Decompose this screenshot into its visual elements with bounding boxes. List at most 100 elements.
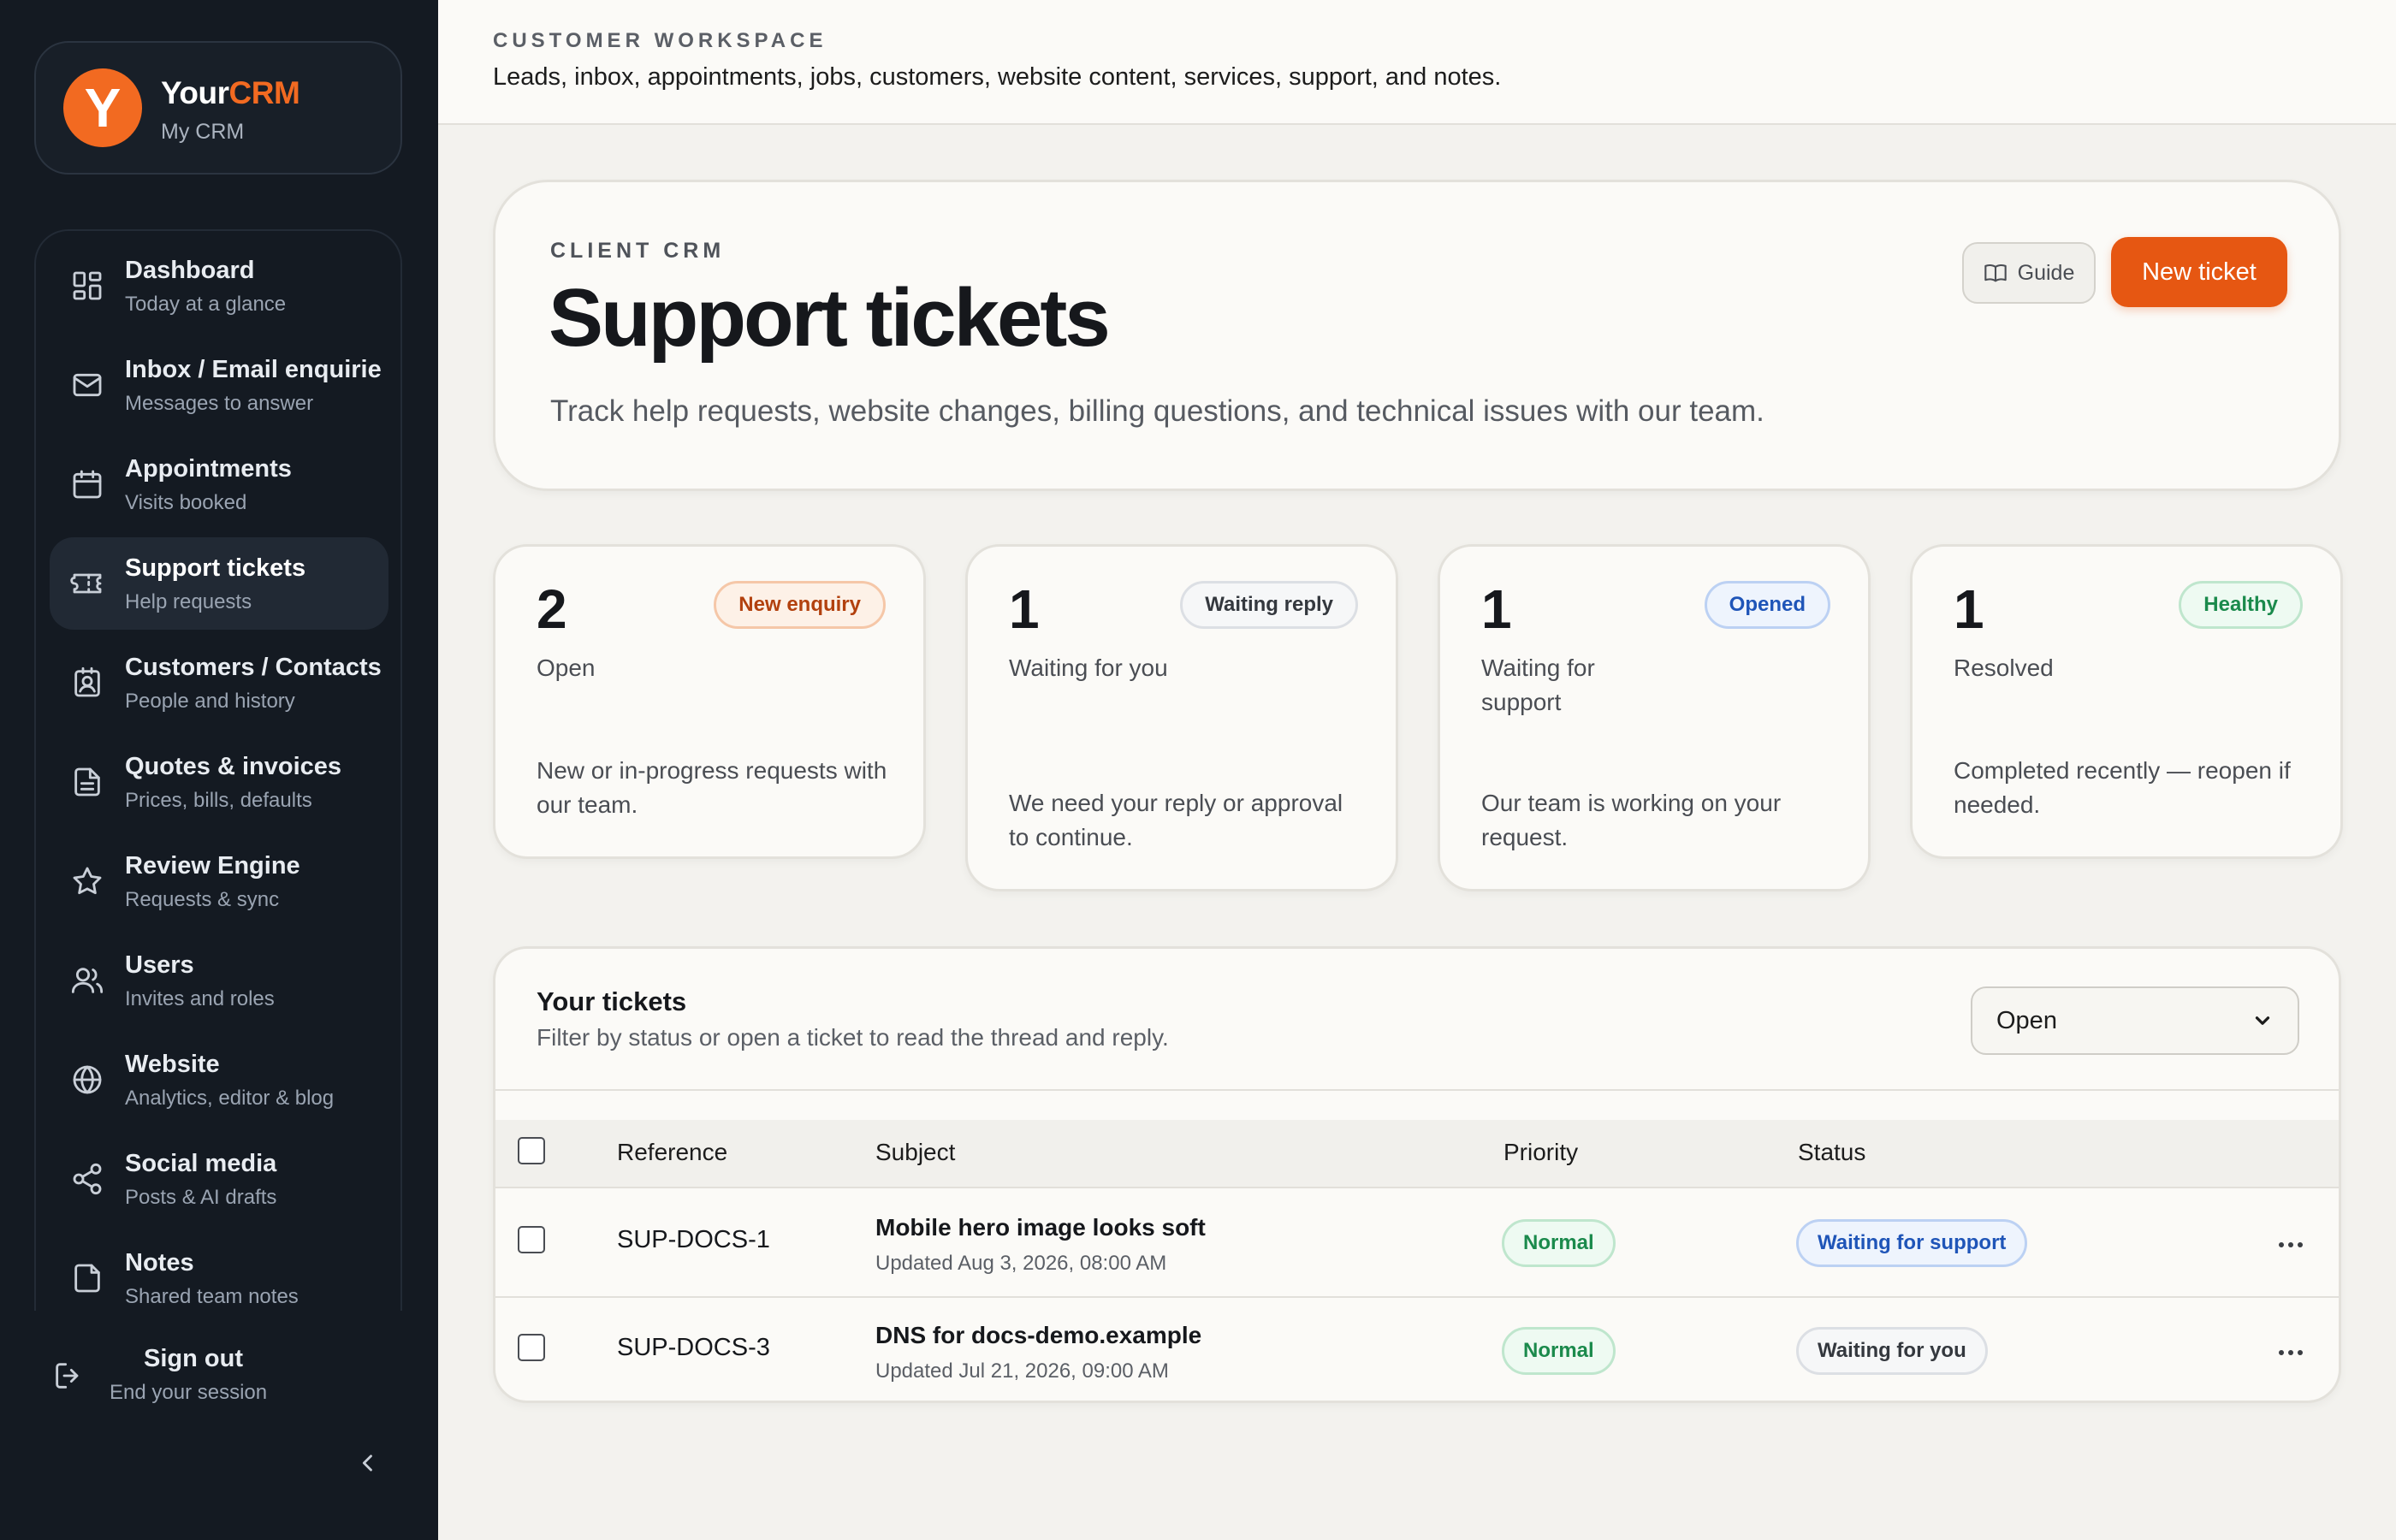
column-status[interactable]: Status bbox=[1798, 1139, 1865, 1166]
sidebar-item-sub: Today at a glance bbox=[125, 293, 287, 316]
stat-description: We need your reply or approval to contin… bbox=[1009, 790, 1343, 850]
sidebar-item-support-tickets[interactable]: Support tickets Help requests bbox=[50, 537, 388, 630]
sidebar-item-sub: Posts & AI drafts bbox=[125, 1186, 277, 1209]
sidebar-item-sub: Analytics, editor & blog bbox=[125, 1087, 335, 1110]
brand-card[interactable]: Y YourCRM My CRM bbox=[34, 41, 402, 175]
more-actions-icon[interactable] bbox=[2275, 1229, 2306, 1260]
stat-count: 1 bbox=[1954, 578, 1984, 640]
stat-description: Our team is working on your request. bbox=[1481, 790, 1782, 850]
sidebar-item-users[interactable]: Users Invites and roles bbox=[50, 934, 388, 1027]
sidebar-item-notes[interactable]: Notes Shared team notes bbox=[50, 1232, 388, 1311]
sidebar-item-customers[interactable]: Customers / Contacts People and history bbox=[50, 637, 388, 729]
status-badge: Waiting for you bbox=[1796, 1327, 1988, 1375]
collapse-sidebar-button[interactable] bbox=[353, 1448, 383, 1478]
document-icon bbox=[68, 763, 106, 801]
globe-icon bbox=[68, 1061, 106, 1099]
stat-card-waiting-for-support[interactable]: 1 Opened Waiting for support Our team is… bbox=[1438, 544, 1871, 891]
panel-title: Your tickets bbox=[537, 986, 687, 1016]
sidebar-item-label: Customers / Contacts bbox=[125, 654, 382, 681]
page-description: Track help requests, website changes, bi… bbox=[550, 394, 1764, 428]
status-badge: New enquiry bbox=[714, 581, 886, 629]
column-reference[interactable]: Reference bbox=[617, 1139, 727, 1166]
hero-card: CLIENT CRM Support tickets Track help re… bbox=[493, 180, 2341, 491]
dashboard-icon bbox=[68, 267, 106, 305]
brand-name-part1: Your bbox=[161, 75, 229, 110]
panel-description: Filter by status or open a ticket to rea… bbox=[537, 1024, 1169, 1051]
brand-name-part2: CRM bbox=[228, 75, 300, 110]
sidebar-item-sub: Messages to answer bbox=[125, 392, 314, 415]
stat-card-resolved[interactable]: 1 Healthy Resolved Completed recently — … bbox=[1910, 544, 2343, 859]
more-actions-icon[interactable] bbox=[2275, 1337, 2306, 1368]
ticket-icon bbox=[68, 565, 106, 602]
stat-description: New or in-progress requests with our tea… bbox=[537, 757, 887, 818]
table-row[interactable]: SUP-DOCS-1 Mobile hero image looks soft … bbox=[495, 1190, 2339, 1298]
sidebar-item-sub: Requests & sync bbox=[125, 888, 280, 911]
hero-eyebrow: CLIENT CRM bbox=[550, 239, 726, 263]
sidebar-item-sub: Visits booked bbox=[125, 491, 247, 514]
brand-logo: Y bbox=[63, 68, 142, 147]
sidebar-item-label: Review Engine bbox=[125, 852, 300, 880]
tickets-panel: Your tickets Filter by status or open a … bbox=[493, 946, 2341, 1403]
column-priority[interactable]: Priority bbox=[1503, 1139, 1578, 1166]
sidebar-item-sub: Prices, bills, defaults bbox=[125, 789, 312, 812]
calendar-icon bbox=[68, 465, 106, 503]
sidebar-item-sub: Invites and roles bbox=[125, 987, 275, 1010]
stat-label: Waiting for you bbox=[1009, 654, 1168, 681]
mail-icon bbox=[68, 366, 106, 404]
stat-card-waiting-for-you[interactable]: 1 Waiting reply Waiting for you We need … bbox=[965, 544, 1398, 891]
share-icon bbox=[68, 1160, 106, 1198]
sidebar-nav: Dashboard Today at a glance Inbox / Emai… bbox=[34, 229, 402, 1311]
priority-badge: Normal bbox=[1502, 1219, 1616, 1267]
sidebar-item-label: Support tickets bbox=[125, 554, 306, 582]
logout-icon bbox=[51, 1359, 89, 1396]
signout-button[interactable]: Sign out End your session bbox=[34, 1335, 402, 1420]
chevron-left-icon bbox=[362, 1454, 372, 1472]
star-icon bbox=[68, 862, 106, 900]
sidebar-item-sub: Shared team notes bbox=[125, 1285, 299, 1308]
stat-count: 1 bbox=[1009, 578, 1040, 640]
chevron-down-icon bbox=[2255, 1016, 2270, 1025]
sidebar-item-social-media[interactable]: Social media Posts & AI drafts bbox=[50, 1133, 388, 1225]
note-icon bbox=[68, 1259, 106, 1297]
guide-label: Guide bbox=[2017, 260, 2075, 285]
sidebar-item-website[interactable]: Website Analytics, editor & blog bbox=[50, 1034, 388, 1126]
sidebar-item-label: Quotes & invoices bbox=[125, 753, 342, 780]
contact-icon bbox=[68, 664, 106, 702]
status-badge: Waiting for support bbox=[1796, 1219, 2028, 1267]
sidebar-item-label: Inbox / Email enquiries bbox=[125, 356, 382, 383]
guide-button[interactable]: Guide bbox=[1962, 242, 2096, 304]
sidebar-item-review-engine[interactable]: Review Engine Requests & sync bbox=[50, 835, 388, 927]
priority-badge: Normal bbox=[1502, 1327, 1616, 1375]
row-checkbox[interactable] bbox=[518, 1334, 545, 1361]
sidebar-item-inbox[interactable]: Inbox / Email enquiries Messages to answ… bbox=[50, 339, 388, 431]
table-row[interactable]: SUP-DOCS-3 DNS for docs-demo.example Upd… bbox=[495, 1298, 2339, 1401]
sidebar-item-label: Notes bbox=[125, 1249, 194, 1276]
stat-label: Resolved bbox=[1954, 654, 2054, 681]
stat-description: Completed recently — reopen if needed. bbox=[1954, 757, 2291, 818]
column-subject[interactable]: Subject bbox=[875, 1139, 955, 1166]
select-all-checkbox[interactable] bbox=[518, 1137, 545, 1164]
sidebar-item-label: Appointments bbox=[125, 455, 292, 483]
sidebar-item-quotes-invoices[interactable]: Quotes & invoices Prices, bills, default… bbox=[50, 736, 388, 828]
sidebar-item-sub: People and history bbox=[125, 690, 295, 713]
status-badge: Opened bbox=[1704, 581, 1830, 629]
sidebar-item-label: Users bbox=[125, 951, 194, 979]
sidebar-item-label: Dashboard bbox=[125, 257, 255, 284]
stat-count: 2 bbox=[537, 578, 567, 640]
sidebar-item-appointments[interactable]: Appointments Visits booked bbox=[50, 438, 388, 530]
ticket-subject[interactable]: Mobile hero image looks soft bbox=[875, 1214, 1206, 1241]
status-filter-select[interactable]: Open bbox=[1971, 986, 2299, 1055]
sidebar-item-dashboard[interactable]: Dashboard Today at a glance bbox=[50, 240, 388, 332]
ticket-updated: Updated Jul 21, 2026, 09:00 AM bbox=[875, 1359, 1169, 1383]
workspace-description: Leads, inbox, appointments, jobs, custom… bbox=[493, 63, 1502, 91]
workspace-eyebrow: CUSTOMER WORKSPACE bbox=[493, 29, 827, 52]
ticket-subject[interactable]: DNS for docs-demo.example bbox=[875, 1322, 1201, 1349]
sidebar: Y YourCRM My CRM Dashboard Today at a gl… bbox=[0, 0, 438, 1540]
new-ticket-button[interactable]: New ticket bbox=[2111, 237, 2287, 307]
page-title: Support tickets bbox=[549, 272, 1111, 364]
divider bbox=[495, 1089, 2339, 1091]
sidebar-item-label: Website bbox=[125, 1051, 220, 1078]
status-filter-value: Open bbox=[1996, 1006, 2057, 1034]
stat-card-open[interactable]: 2 New enquiry Open New or in-progress re… bbox=[493, 544, 926, 859]
row-checkbox[interactable] bbox=[518, 1226, 545, 1253]
